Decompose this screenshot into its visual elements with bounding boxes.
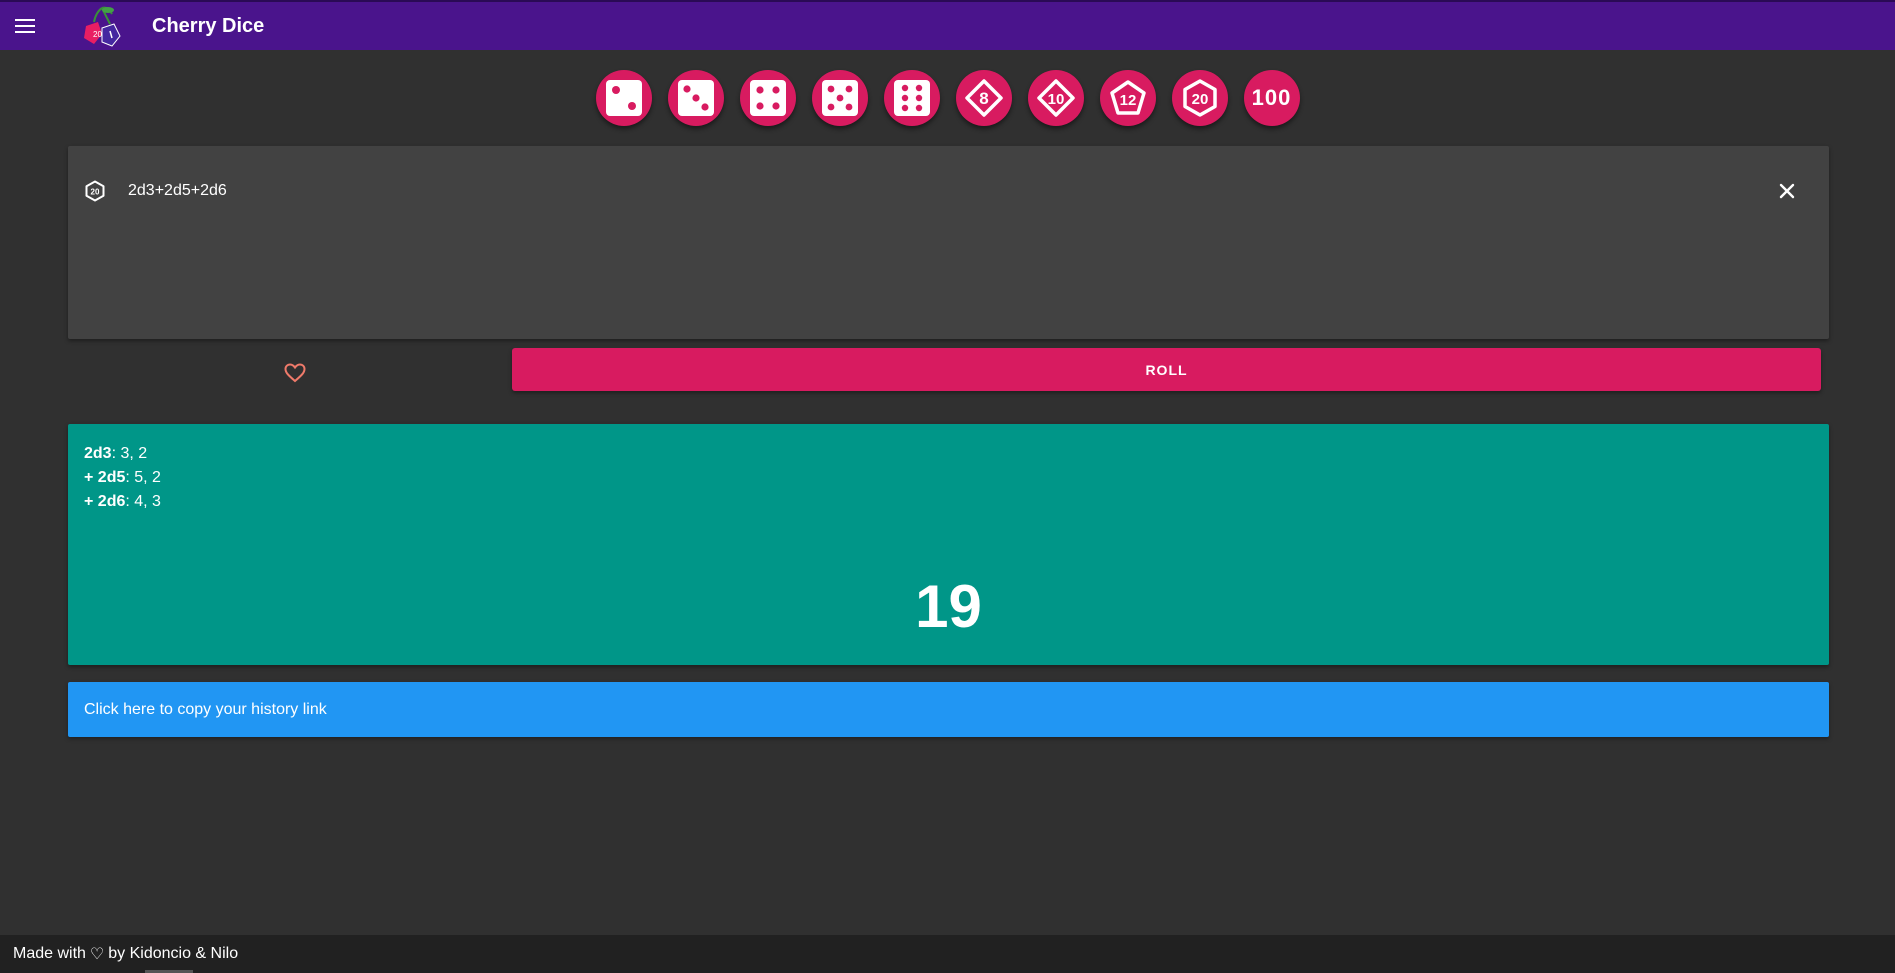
die-button-d7[interactable]	[883, 70, 940, 126]
svg-text:8: 8	[979, 89, 988, 108]
die-button-d8[interactable]: 8	[955, 70, 1012, 126]
dice-notation-prefixed: + 2d6	[84, 493, 126, 510]
dice-rolls: : 3, 2	[111, 445, 148, 462]
dice-expression-input[interactable]	[128, 176, 1728, 206]
svg-text:12: 12	[1119, 92, 1136, 109]
dice-notation: 2d3	[84, 445, 112, 462]
menu-button[interactable]	[0, 2, 50, 50]
dice-rolls: : 5, 2	[125, 469, 161, 486]
d8-icon: 8	[964, 79, 1003, 117]
roll-breakdown: 2d3: 3, 2 + 2d5: 5, 2 + 2d6: 4, 3	[84, 442, 161, 514]
die-button-d4[interactable]	[667, 70, 724, 126]
die-face-5-icon	[821, 80, 858, 116]
die-button-d20[interactable]: 20	[1171, 70, 1228, 126]
hamburger-menu-icon	[15, 19, 35, 33]
roll-line: 2d3: 3, 2	[84, 442, 161, 466]
die-face-6-icon	[893, 80, 930, 116]
footer-prefix: Made with	[13, 945, 86, 962]
clear-button[interactable]	[1772, 176, 1802, 206]
die-button-d10[interactable]: 10	[1027, 70, 1084, 126]
dice-rolls: : 4, 3	[125, 493, 161, 510]
die-button-d12[interactable]: 12	[1099, 70, 1156, 126]
roll-result-card: 2d3: 3, 2 + 2d5: 5, 2 + 2d6: 4, 3 19	[68, 424, 1829, 665]
d20-icon: 20	[1182, 79, 1217, 117]
d12-icon: 12	[1109, 80, 1146, 115]
dice-expression-card: 20	[68, 146, 1829, 339]
roll-line: + 2d5: 5, 2	[84, 466, 161, 490]
die-face-2-icon	[605, 80, 642, 116]
svg-text:20: 20	[91, 188, 100, 197]
die-face-3-icon	[677, 80, 714, 116]
app-title: Cherry Dice	[152, 14, 265, 37]
svg-text:20: 20	[93, 30, 102, 39]
die-face-4-icon	[749, 80, 786, 116]
roll-button[interactable]: ROLL	[512, 348, 1821, 391]
svg-text:20: 20	[1191, 91, 1208, 108]
heart-icon: ♡	[89, 946, 105, 963]
d10-icon: 10	[1036, 79, 1075, 117]
dice-selector: 8 10 12 20 100	[0, 70, 1895, 130]
footer-credits: by Kidoncio & Nilo	[108, 945, 239, 962]
die-button-d6[interactable]	[811, 70, 868, 126]
d20-icon: 20	[85, 180, 105, 202]
heart-outline-icon	[284, 363, 306, 383]
dice-notation-prefixed: + 2d5	[84, 469, 126, 486]
die-button-d3[interactable]	[595, 70, 652, 126]
copy-history-link[interactable]: Click here to copy your history link	[68, 682, 1829, 737]
percentile-label: 100	[1251, 85, 1292, 110]
favorite-button[interactable]	[280, 358, 310, 388]
die-button-d100[interactable]: 100	[1243, 70, 1300, 126]
roll-total: 19	[915, 573, 982, 640]
close-icon	[1779, 183, 1795, 199]
app-bar: 20 Cherry Dice	[0, 0, 1895, 50]
roll-line: + 2d6: 4, 3	[84, 490, 161, 514]
die-button-d5[interactable]	[739, 70, 796, 126]
footer: Made with ♡ by Kidoncio & Nilo	[0, 935, 1895, 973]
svg-text:10: 10	[1047, 91, 1064, 108]
cherry-dice-logo: 20	[84, 6, 121, 47]
